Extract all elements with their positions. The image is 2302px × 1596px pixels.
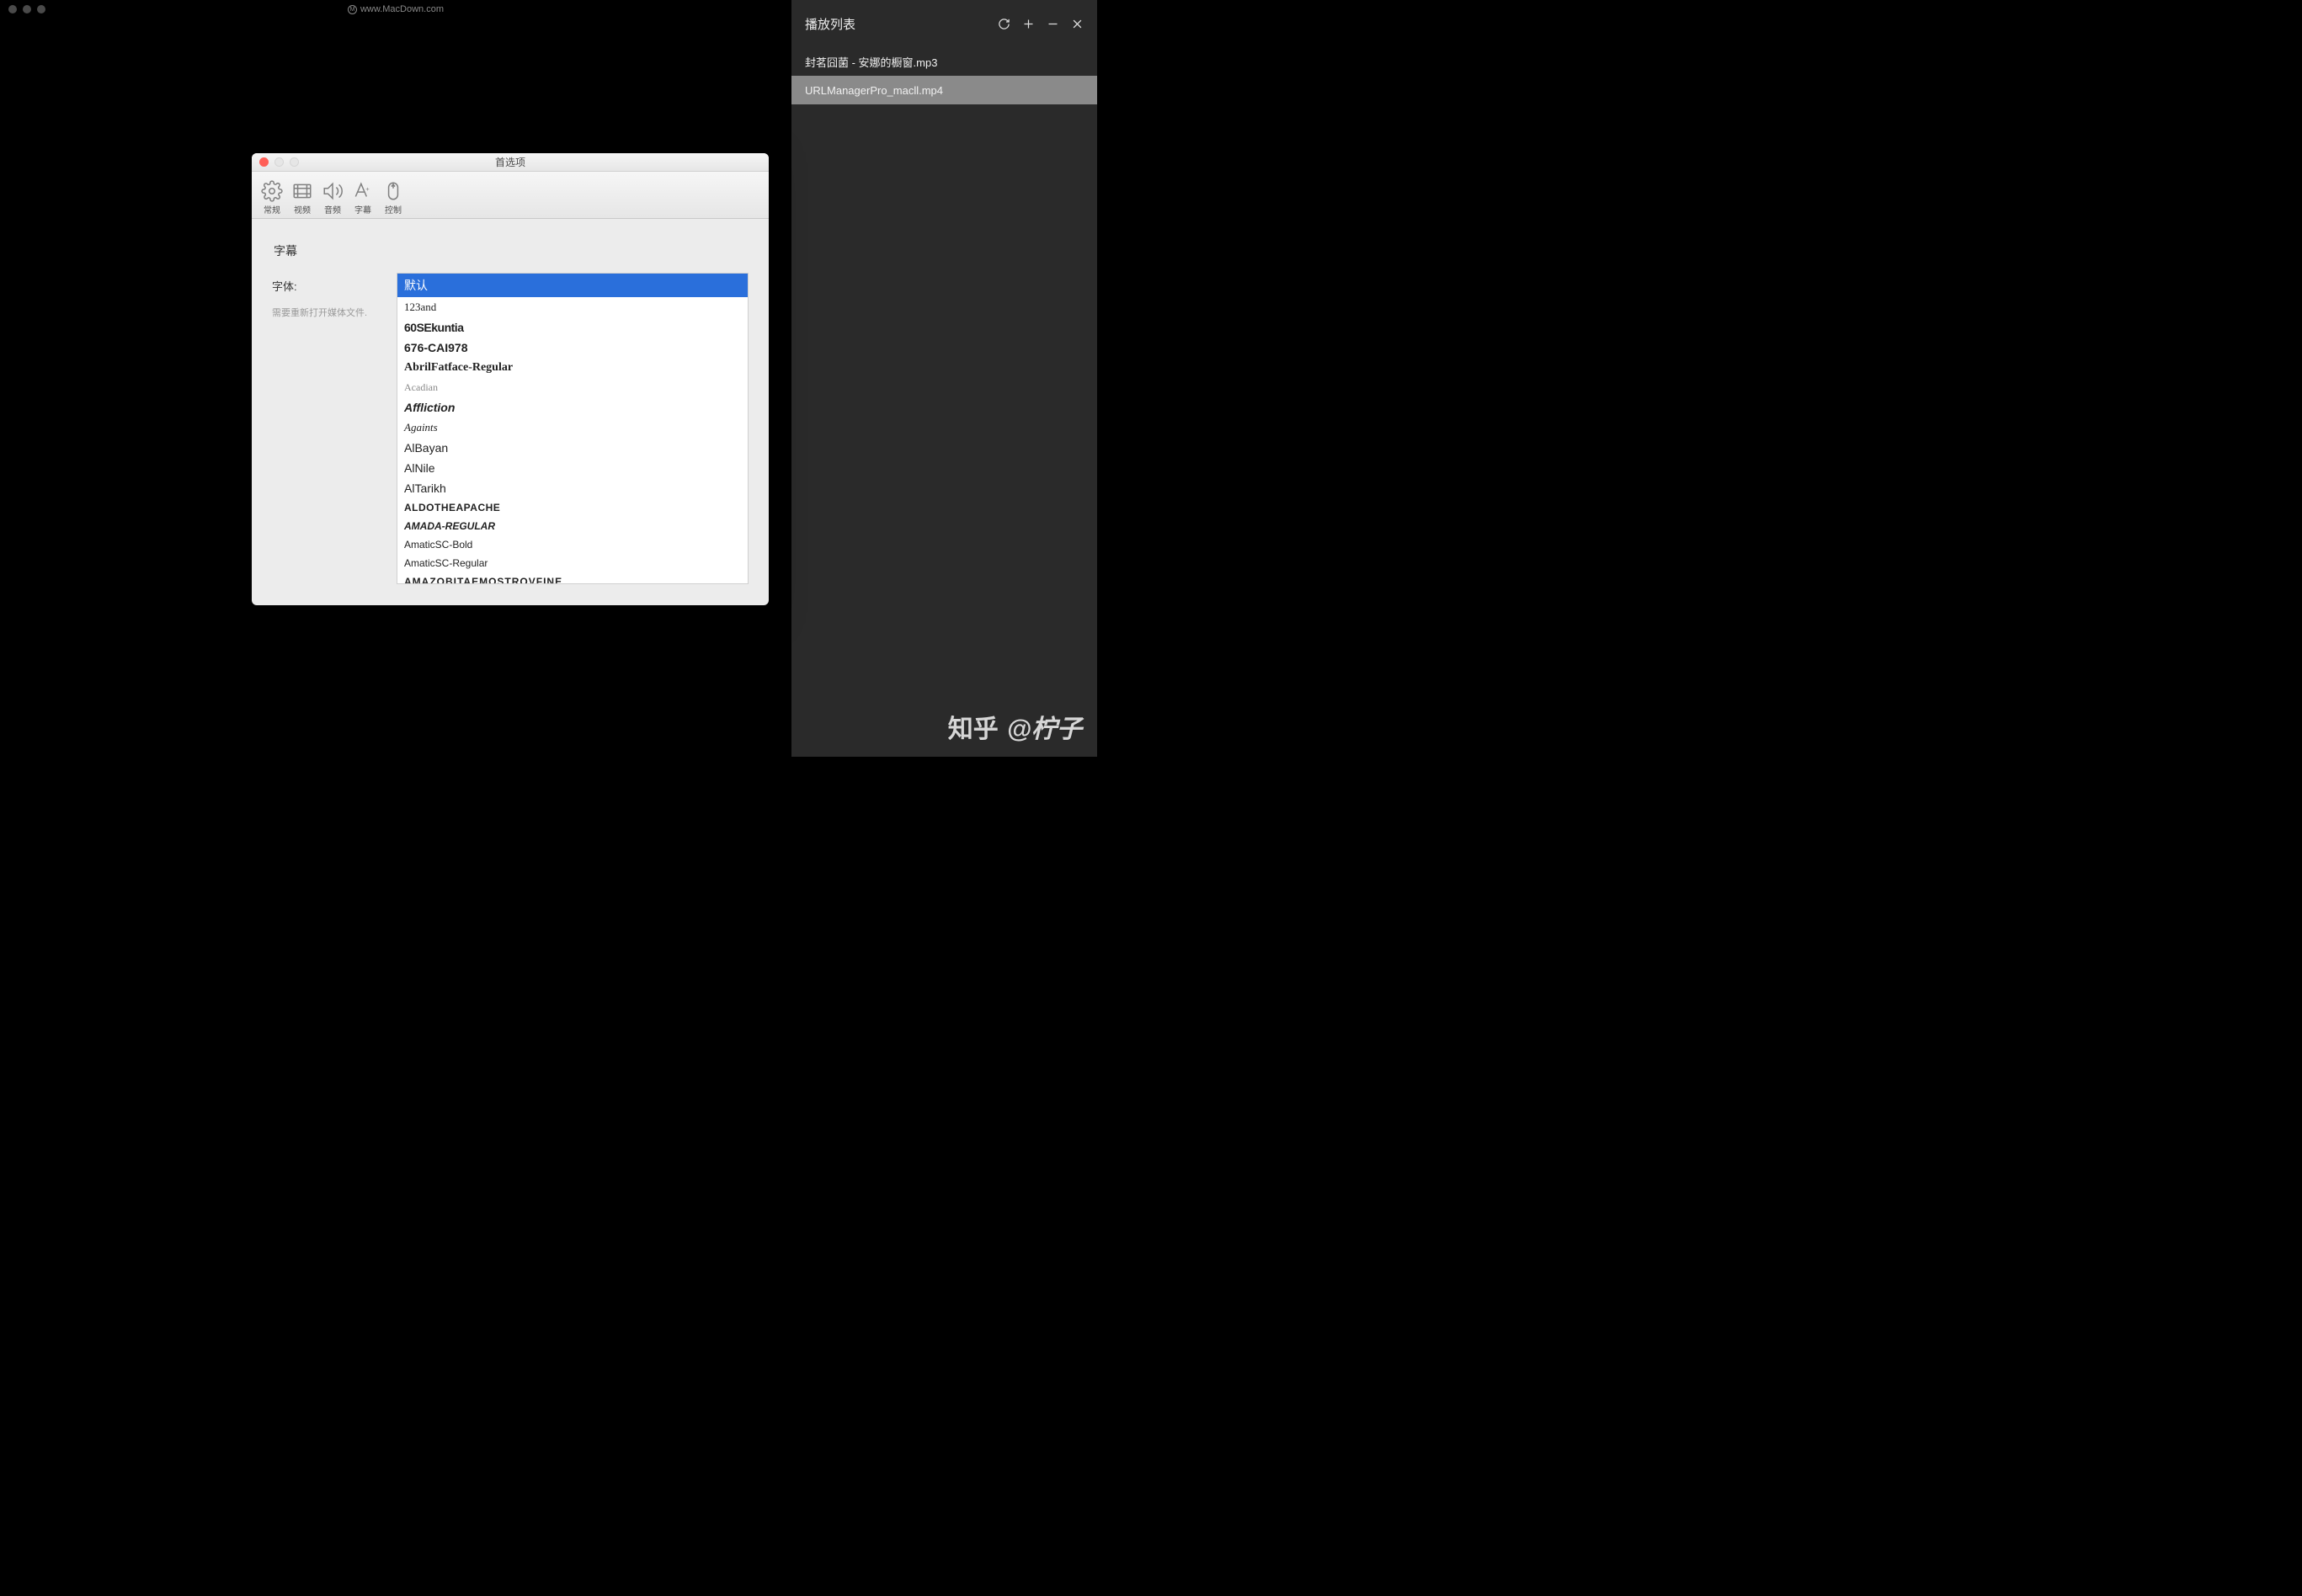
prefs-title: 首选项	[252, 155, 769, 169]
font-field-hint: 需要重新打开媒体文件.	[272, 306, 397, 319]
tab-subtitle-label: 字幕	[354, 203, 371, 215]
font-option[interactable]: Againts	[397, 418, 748, 438]
playlist-item[interactable]: URLManagerPro_macll.mp4	[791, 76, 1097, 104]
close-icon[interactable]	[1071, 18, 1084, 30]
font-option[interactable]: 默认	[397, 274, 748, 297]
preferences-window: 首选项 常规 视频 音频 + 字幕 控制 字幕 字体: 需要重新打开媒体文件.	[252, 153, 769, 605]
playlist-items: 封茗囧菌 - 安娜的橱窗.mp3URLManagerPro_macll.mp4	[791, 47, 1097, 104]
font-icon: +	[352, 180, 374, 202]
playlist-title: 播放列表	[805, 15, 855, 33]
font-option[interactable]: AMADA-REGULAR	[397, 517, 748, 535]
section-subtitle-label: 字幕	[274, 242, 749, 259]
main-window-title: M www.MacDown.com	[0, 4, 791, 14]
tab-general-label: 常规	[264, 203, 280, 215]
speaker-icon	[322, 180, 344, 202]
gear-icon	[261, 180, 283, 202]
main-window-title-text: www.MacDown.com	[360, 4, 444, 14]
font-option[interactable]: AbrilFatface-Regular	[397, 358, 748, 378]
font-option[interactable]: ALDOTHEAPACHE	[397, 498, 748, 517]
film-icon	[291, 180, 313, 202]
font-option[interactable]: Acadian	[397, 378, 748, 397]
font-dropdown-list[interactable]: 默认123and60SEkuntia676-CAI978AbrilFatface…	[397, 273, 749, 584]
watermark-user: @柠子	[1007, 708, 1082, 745]
font-option[interactable]: AMAZOBITAEMOSTROVFINE	[397, 572, 748, 584]
playlist-panel: 播放列表 封茗囧菌 - 安娜的橱窗.mp3URLManagerPro_macll…	[791, 0, 1097, 757]
remove-icon[interactable]	[1047, 18, 1059, 30]
svg-text:+: +	[365, 185, 370, 193]
font-option[interactable]: 676-CAI978	[397, 338, 748, 358]
font-option[interactable]: AmaticSC-Bold	[397, 535, 748, 554]
tab-general[interactable]: 常规	[257, 180, 287, 215]
prefs-toolbar: 常规 视频 音频 + 字幕 控制	[252, 172, 769, 219]
prefs-body: 字幕 字体: 需要重新打开媒体文件. 默认123and60SEkuntia676…	[252, 219, 769, 605]
tab-audio-label: 音频	[324, 203, 341, 215]
playlist-header: 播放列表	[791, 0, 1097, 47]
prefs-titlebar: 首选项	[252, 153, 769, 172]
tab-video[interactable]: 视频	[287, 180, 317, 215]
tab-audio[interactable]: 音频	[317, 180, 348, 215]
mouse-icon	[382, 180, 404, 202]
tab-control[interactable]: 控制	[378, 180, 408, 215]
font-option[interactable]: AmaticSC-Regular	[397, 554, 748, 572]
playlist-item[interactable]: 封茗囧菌 - 安娜的橱窗.mp3	[791, 47, 1097, 76]
font-field-label: 字体:	[272, 278, 397, 294]
tab-control-label: 控制	[385, 203, 402, 215]
watermark: 知乎 @柠子	[948, 708, 1082, 745]
font-option[interactable]: AlTarikh	[397, 478, 748, 498]
add-icon[interactable]	[1022, 18, 1035, 30]
tab-video-label: 视频	[294, 203, 311, 215]
font-field-row: 字体: 需要重新打开媒体文件. 默认123and60SEkuntia676-CA…	[272, 273, 749, 584]
main-window-titlebar: M www.MacDown.com	[0, 0, 791, 19]
watermark-brand: 知乎	[948, 708, 999, 745]
font-option[interactable]: AlBayan	[397, 438, 748, 458]
font-option[interactable]: AlNile	[397, 458, 748, 478]
macdown-logo-icon: M	[348, 5, 357, 14]
playlist-actions	[998, 18, 1084, 30]
field-left-column: 字体: 需要重新打开媒体文件.	[272, 273, 397, 319]
refresh-icon[interactable]	[998, 18, 1010, 30]
tab-subtitle[interactable]: + 字幕	[348, 180, 378, 215]
font-option[interactable]: 60SEkuntia	[397, 317, 748, 338]
font-option[interactable]: 123and	[397, 297, 748, 317]
font-option[interactable]: Affliction	[397, 397, 748, 418]
